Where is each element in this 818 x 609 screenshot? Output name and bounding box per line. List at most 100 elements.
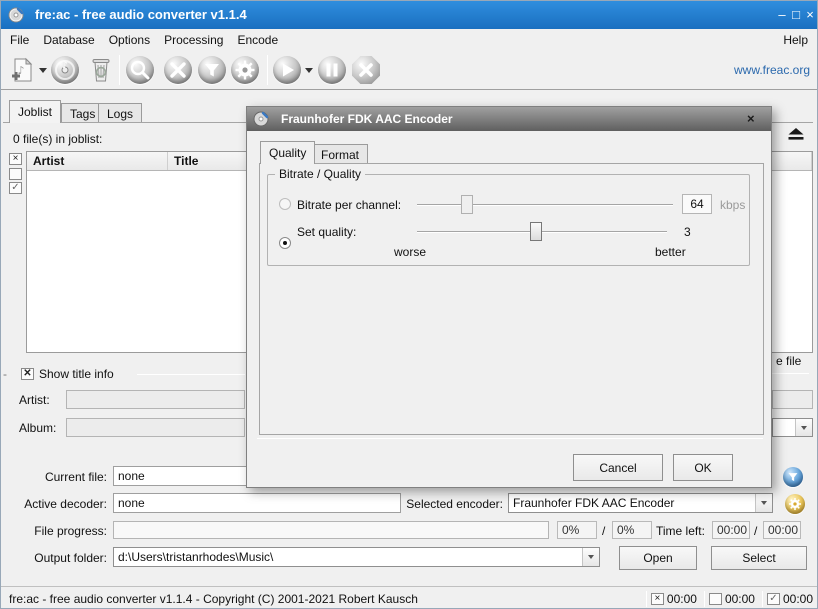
cancel-button[interactable]: Cancel (573, 454, 663, 481)
dialog-title: Fraunhofer FDK AAC Encoder (281, 112, 453, 126)
dialog-tab-format[interactable]: Format (312, 144, 368, 164)
title-bar: fre:ac - free audio converter v1.1.4 – □… (1, 1, 818, 29)
dialog-tab-format-label: Format (321, 148, 359, 162)
progress-separator: / (602, 524, 605, 538)
website-link[interactable]: www.freac.org (734, 63, 810, 77)
time-left-label: Time left: (656, 524, 705, 538)
better-label: better (655, 245, 686, 259)
separator-line (137, 374, 245, 375)
tab-tags-label: Tags (70, 107, 95, 121)
selected-encoder-combo[interactable]: Fraunhofer FDK AAC Encoder (508, 493, 773, 513)
tab-joblist[interactable]: Joblist (9, 100, 61, 123)
unchecked-box-icon (709, 593, 722, 605)
dropdown-arrow-icon[interactable] (755, 494, 772, 512)
dropdown-arrow-icon[interactable] (795, 419, 812, 436)
output-folder-value: d:\Users\tristanrhodes\Music\ (114, 550, 582, 564)
time-all: 00:00 (783, 592, 813, 606)
toolbar-separator (119, 55, 120, 85)
menu-file[interactable]: File (3, 31, 36, 49)
toggle-selection-checkbox[interactable]: ✓ (9, 182, 22, 194)
bitrate-label: Bitrate per channel: (297, 198, 401, 212)
encode-single-file-label-fragment[interactable]: e file (776, 354, 801, 368)
dialog-logo-icon (253, 111, 269, 127)
status-separator (704, 591, 705, 607)
status-separator (646, 591, 647, 607)
cddb-query-button[interactable] (126, 56, 154, 84)
processing-settings-button[interactable] (198, 56, 226, 84)
select-button[interactable]: Select (711, 546, 807, 570)
dialog-divider (257, 438, 763, 439)
dialog-tab-quality[interactable]: Quality (260, 141, 315, 164)
time-checked: 00:00 (667, 592, 697, 606)
add-files-dropdown-arrow-icon[interactable] (39, 68, 47, 73)
encoder-dialog: Fraunhofer FDK AAC Encoder × Quality For… (246, 106, 772, 488)
artist-field[interactable] (66, 390, 245, 409)
svg-text:♪: ♪ (62, 61, 68, 71)
separator-line (772, 373, 809, 374)
general-settings-button[interactable] (164, 56, 192, 84)
toolbar: ♪ ♪ (1, 51, 818, 90)
time-unchecked: 00:00 (725, 592, 755, 606)
menu-database[interactable]: Database (36, 31, 101, 49)
menu-encode[interactable]: Encode (230, 31, 285, 49)
show-title-info-checkbox[interactable]: ✕ (21, 368, 34, 380)
genre-combo-fragment[interactable] (772, 418, 813, 437)
close-button[interactable]: × (803, 8, 817, 22)
bitrate-slider-track[interactable] (417, 204, 673, 206)
start-encoding-button[interactable] (273, 56, 301, 84)
output-folder-combo[interactable]: d:\Users\tristanrhodes\Music\ (113, 547, 600, 567)
configure-encoder-button[interactable] (785, 494, 805, 514)
quality-label: Set quality: (297, 225, 356, 239)
eject-icon (786, 127, 806, 141)
remove-all-button[interactable] (88, 56, 114, 84)
active-decoder-label: Active decoder: (1, 497, 107, 511)
total-progress-percent: 0% (612, 521, 652, 539)
select-none-checkbox[interactable] (9, 168, 22, 180)
active-decoder-value: none (118, 496, 145, 510)
status-bar: fre:ac - free audio converter v1.1.4 - C… (1, 586, 818, 609)
quality-radio[interactable] (279, 237, 291, 249)
tab-logs[interactable]: Logs (98, 103, 142, 123)
quality-slider-track[interactable] (417, 231, 667, 233)
selected-encoder-value: Fraunhofer FDK AAC Encoder (509, 496, 755, 510)
minimize-button[interactable]: – (775, 8, 789, 22)
bitrate-unit: kbps (720, 198, 745, 212)
selected-encoder-label: Selected encoder: (404, 497, 503, 511)
dialog-close-button[interactable]: × (747, 111, 755, 126)
active-decoder-field: none (113, 493, 401, 513)
encoder-settings-button[interactable] (231, 56, 259, 84)
quality-slider-thumb[interactable] (530, 222, 542, 241)
add-audio-cd-button[interactable]: ♪ (51, 56, 79, 84)
bitrate-radio[interactable] (279, 198, 291, 210)
select-all-checkbox[interactable]: × (9, 153, 22, 165)
dropdown-arrow-icon[interactable] (582, 548, 599, 566)
file-progress-label: File progress: (1, 524, 107, 538)
stop-button[interactable] (352, 56, 380, 84)
start-encoding-dropdown-arrow-icon[interactable] (305, 68, 313, 73)
add-files-button[interactable]: ♪ (8, 56, 36, 84)
maximize-button[interactable]: □ (789, 8, 803, 22)
album-field[interactable] (66, 418, 245, 437)
tab-logs-label: Logs (107, 107, 133, 121)
worse-label: worse (394, 245, 426, 259)
bitrate-slider-thumb[interactable] (461, 195, 473, 214)
menu-processing[interactable]: Processing (157, 31, 230, 49)
time-left-file: 00:00 (712, 521, 750, 539)
current-file-label: Current file: (1, 470, 107, 484)
pause-button[interactable] (318, 56, 346, 84)
processing-chain-button[interactable] (783, 467, 803, 487)
ok-button[interactable]: OK (673, 454, 733, 481)
file-progress-bar (113, 521, 549, 539)
quality-value: 3 (684, 225, 691, 239)
column-artist[interactable]: Artist (27, 152, 168, 170)
menu-help[interactable]: Help (776, 31, 815, 49)
menu-bar: File Database Options Processing Encode … (1, 29, 818, 51)
eject-button[interactable] (782, 125, 809, 142)
bitrate-value: 64 (682, 194, 712, 214)
title-field-fragment (772, 390, 813, 409)
show-title-info-label[interactable]: Show title info (39, 367, 114, 381)
album-label: Album: (19, 421, 56, 435)
open-button[interactable]: Open (619, 546, 697, 570)
menu-options[interactable]: Options (102, 31, 157, 49)
time-left-total: 00:00 (763, 521, 801, 539)
